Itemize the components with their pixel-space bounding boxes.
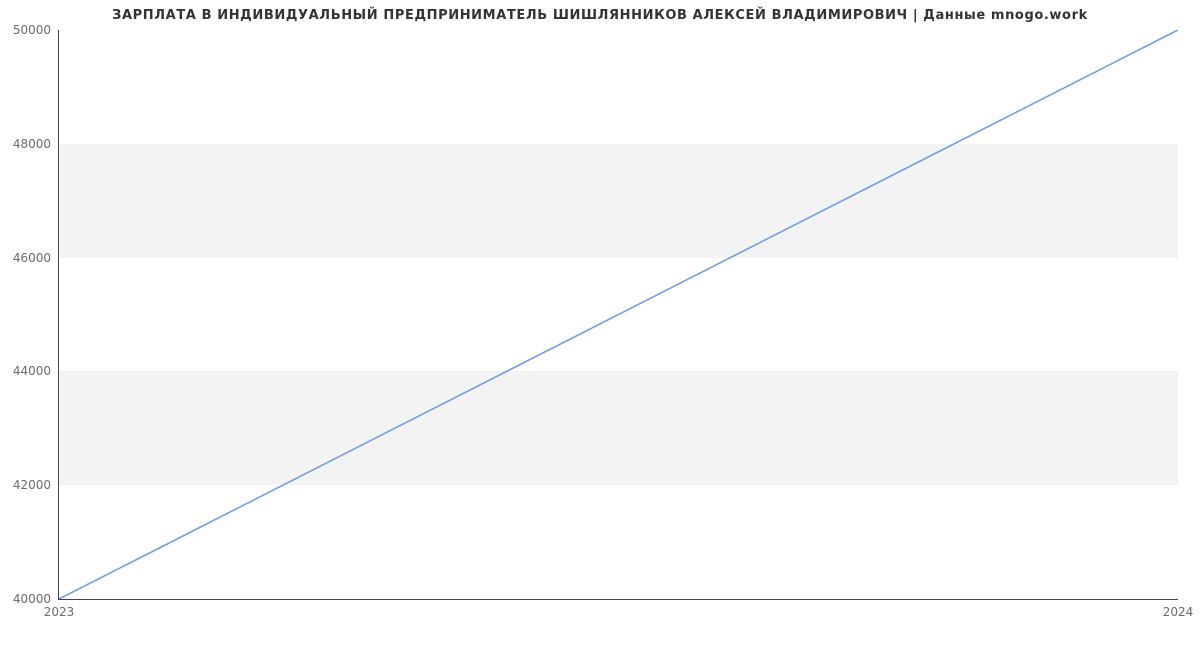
x-tick-label: 2024	[1163, 599, 1194, 619]
line-layer	[59, 30, 1178, 599]
plot-area: 40000420004400046000480005000020232024	[58, 30, 1178, 600]
y-tick-label: 44000	[13, 364, 59, 378]
chart-container: ЗАРПЛАТА В ИНДИВИДУАЛЬНЫЙ ПРЕДПРИНИМАТЕЛ…	[0, 0, 1200, 650]
y-tick-label: 42000	[13, 478, 59, 492]
data-line	[59, 30, 1178, 599]
y-tick-label: 46000	[13, 251, 59, 265]
y-tick-label: 50000	[13, 23, 59, 37]
chart-title: ЗАРПЛАТА В ИНДИВИДУАЛЬНЫЙ ПРЕДПРИНИМАТЕЛ…	[0, 8, 1200, 23]
y-tick-label: 48000	[13, 137, 59, 151]
x-tick-label: 2023	[44, 599, 75, 619]
